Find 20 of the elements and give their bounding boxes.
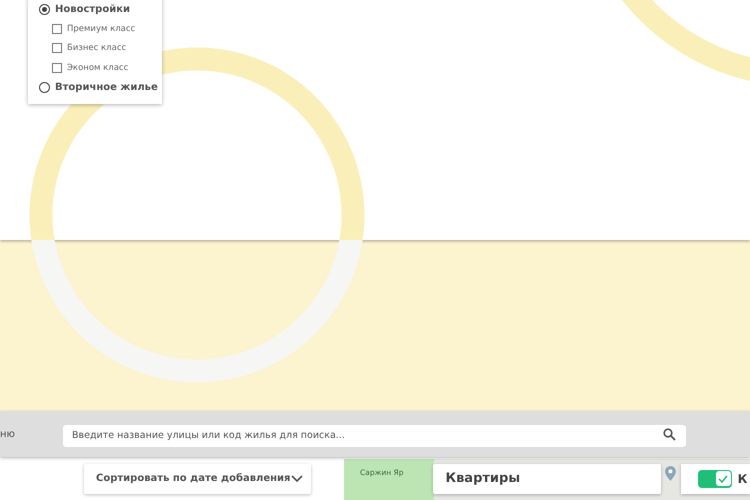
toggle-label: К: [738, 472, 748, 486]
checkbox[interactable]: [52, 43, 62, 53]
option-label: Премиум класс: [67, 24, 136, 34]
chevron-down-icon: [291, 474, 304, 482]
menu-label[interactable]: ню: [0, 428, 63, 440]
search-icon[interactable]: [663, 428, 676, 441]
sort-dropdown[interactable]: Сортировать по дате добавления: [84, 464, 312, 494]
checkbox[interactable]: [52, 24, 62, 34]
radio-button[interactable]: [39, 4, 50, 14]
option-label: Вторичное жилье: [55, 82, 158, 92]
option-label: Эконом класс: [67, 62, 128, 72]
toggle-switch[interactable]: [698, 470, 732, 488]
check-icon: [718, 474, 728, 482]
radio-button[interactable]: [39, 82, 50, 92]
option-label: Бизнес класс: [67, 43, 126, 53]
category-dropdown[interactable]: Квартиры: [433, 464, 661, 494]
option-label: Новостройки: [55, 4, 130, 14]
search-field[interactable]: Введите название улицы или код жилья для поиска...: [63, 424, 686, 446]
checkbox[interactable]: [52, 62, 62, 72]
map-pin-icon: [664, 466, 676, 481]
